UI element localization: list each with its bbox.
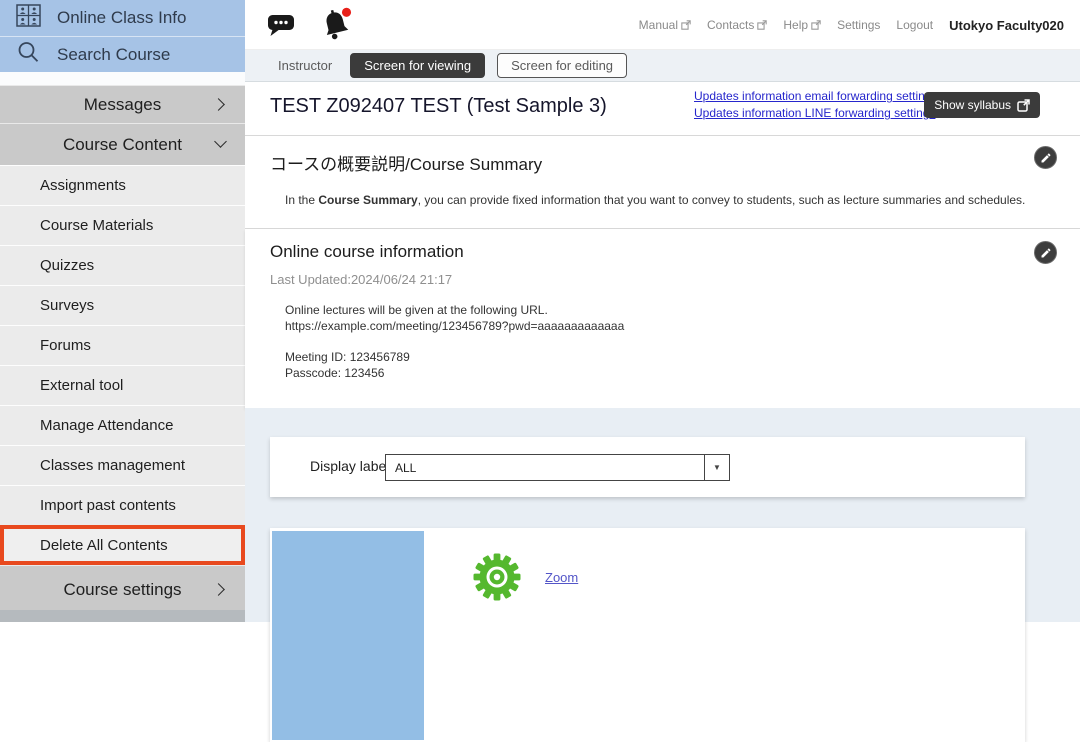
external-link-icon xyxy=(1017,99,1030,112)
external-link-icon xyxy=(681,20,691,30)
nav-label: Manual xyxy=(639,18,678,32)
nav-label: Help xyxy=(783,18,808,32)
sidebar-item-delete-all-contents[interactable]: Delete All Contents xyxy=(0,525,245,565)
sidebar-item-external-tool[interactable]: External tool xyxy=(0,365,245,405)
sidebar-item-course-content[interactable]: Course Content xyxy=(0,123,245,165)
summary-text-bold: Course Summary xyxy=(318,193,417,207)
online-class-grid-icon xyxy=(16,4,41,32)
sidebar-item-course-materials[interactable]: Course Materials xyxy=(0,205,245,245)
sidebar-item-manage-attendance[interactable]: Manage Attendance xyxy=(0,405,245,445)
online-course-info-heading: Online course information xyxy=(270,242,464,262)
course-title: TEST Z092407 TEST (Test Sample 3) xyxy=(270,95,607,118)
contents-area: Display label ALL ▼ xyxy=(245,408,1080,622)
sidebar-item-label: Course Content xyxy=(63,135,182,155)
sidebar-item-classes-management[interactable]: Classes management xyxy=(0,445,245,485)
user-name: Utokyo Faculty020 xyxy=(949,18,1064,33)
course-summary-section: コースの概要説明/Course Summary In the Course Su… xyxy=(245,136,1080,229)
sidebar-item-label: Messages xyxy=(84,95,161,115)
sidebar-item-label: Forums xyxy=(40,337,91,354)
display-label-select[interactable]: ALL ▼ xyxy=(385,454,730,481)
sidebar-item-surveys[interactable]: Surveys xyxy=(0,285,245,325)
sidebar-item-quizzes[interactable]: Quizzes xyxy=(0,245,245,285)
line-forwarding-settings-link[interactable]: Updates information LINE forwarding sett… xyxy=(694,106,937,120)
role-label: Instructor xyxy=(278,58,332,73)
show-syllabus-button[interactable]: Show syllabus xyxy=(924,92,1040,118)
sidebar-item-label: Course Materials xyxy=(40,217,153,234)
sidebar-item-import-past-contents[interactable]: Import past contents xyxy=(0,485,245,525)
sidebar-item-label: Surveys xyxy=(40,297,94,314)
nav-contacts-link[interactable]: Contacts xyxy=(707,18,767,32)
sidebar-item-label: Assignments xyxy=(40,177,126,194)
sidebar-footer-strip xyxy=(0,610,245,622)
external-link-icon xyxy=(811,20,821,30)
meeting-id: Meeting ID: 123456789 xyxy=(285,349,624,365)
online-course-info-section: Online course information Last Updated:2… xyxy=(245,229,1080,408)
show-syllabus-label: Show syllabus xyxy=(934,98,1011,112)
course-summary-heading: コースの概要説明/Course Summary xyxy=(270,150,542,175)
content-item-card: Zoom xyxy=(270,528,1025,742)
sidebar-item-label: Classes management xyxy=(40,457,185,474)
chevron-down-icon xyxy=(214,135,227,148)
sidebar-item-label: Quizzes xyxy=(40,257,94,274)
email-forwarding-settings-link[interactable]: Updates information email forwarding set… xyxy=(694,89,937,103)
sidebar-item-messages[interactable]: Messages xyxy=(0,85,245,123)
sidebar-item-search-course[interactable]: Search Course xyxy=(0,36,245,72)
summary-text-part: In the xyxy=(285,193,318,207)
course-header: TEST Z092407 TEST (Test Sample 3) Update… xyxy=(245,82,1080,136)
sidebar-item-label: Course settings xyxy=(63,580,181,600)
last-updated-text: Last Updated:2024/06/24 21:17 xyxy=(270,272,452,287)
screen-for-viewing-button[interactable]: Screen for viewing xyxy=(350,53,485,78)
messages-chat-icon[interactable] xyxy=(267,13,297,43)
sidebar-item-label: Import past contents xyxy=(40,497,176,514)
display-label-filter-card: Display label ALL ▼ xyxy=(270,437,1025,497)
spacer xyxy=(285,334,624,349)
external-link-icon xyxy=(757,20,767,30)
sidebar-item-label: Delete All Contents xyxy=(40,537,168,554)
info-line: Online lectures will be given at the fol… xyxy=(285,302,624,318)
sidebar-item-assignments[interactable]: Assignments xyxy=(0,165,245,205)
sidebar-item-course-settings[interactable]: Course settings xyxy=(0,565,245,613)
zoom-gear-icon xyxy=(473,553,521,606)
dropdown-arrow-icon: ▼ xyxy=(704,455,729,480)
zoom-link[interactable]: Zoom xyxy=(545,570,578,585)
chevron-right-icon xyxy=(212,98,225,111)
passcode: Passcode: 123456 xyxy=(285,365,624,381)
online-course-info-body: Online lectures will be given at the fol… xyxy=(285,302,624,381)
nav-settings-link[interactable]: Settings xyxy=(837,18,880,32)
nav-label: Logout xyxy=(896,18,933,32)
sidebar-item-label: Online Class Info xyxy=(57,8,186,28)
sidebar-item-online-class-info[interactable]: Online Class Info xyxy=(0,0,245,36)
nav-help-link[interactable]: Help xyxy=(783,18,821,32)
edit-summary-pencil-icon[interactable] xyxy=(1034,146,1057,169)
sidebar-item-label: Search Course xyxy=(57,45,170,65)
top-nav: Manual Contacts Help Settings Logout Uto… xyxy=(639,0,1064,50)
display-label-text: Display label xyxy=(310,458,389,474)
edit-online-info-pencil-icon[interactable] xyxy=(1034,241,1057,264)
search-icon xyxy=(16,40,41,70)
sidebar-item-label: Manage Attendance xyxy=(40,417,173,434)
main-content: Manual Contacts Help Settings Logout Uto… xyxy=(245,0,1080,622)
summary-text-part: , you can provide fixed information that… xyxy=(418,193,1026,207)
screen-for-editing-button[interactable]: Screen for editing xyxy=(497,53,627,78)
meeting-url: https://example.com/meeting/123456789?pw… xyxy=(285,318,624,334)
sidebar-divider xyxy=(0,72,245,85)
nav-label: Settings xyxy=(837,18,880,32)
chevron-right-icon xyxy=(212,583,225,596)
selected-value: ALL xyxy=(386,461,704,475)
notifications-bell-icon[interactable] xyxy=(319,6,355,49)
sidebar: Online Class Info Search Course Messages… xyxy=(0,0,245,622)
nav-manual-link[interactable]: Manual xyxy=(639,18,691,32)
category-color-block xyxy=(272,531,424,740)
forwarding-links: Updates information email forwarding set… xyxy=(694,89,937,120)
nav-label: Contacts xyxy=(707,18,754,32)
top-bar: Manual Contacts Help Settings Logout Uto… xyxy=(245,0,1080,50)
sidebar-item-forums[interactable]: Forums xyxy=(0,325,245,365)
view-switch-bar: Instructor Screen for viewing Screen for… xyxy=(245,50,1080,82)
nav-logout-link[interactable]: Logout xyxy=(896,18,933,32)
course-summary-text: In the Course Summary, you can provide f… xyxy=(285,193,1025,207)
sidebar-item-label: External tool xyxy=(40,377,123,394)
